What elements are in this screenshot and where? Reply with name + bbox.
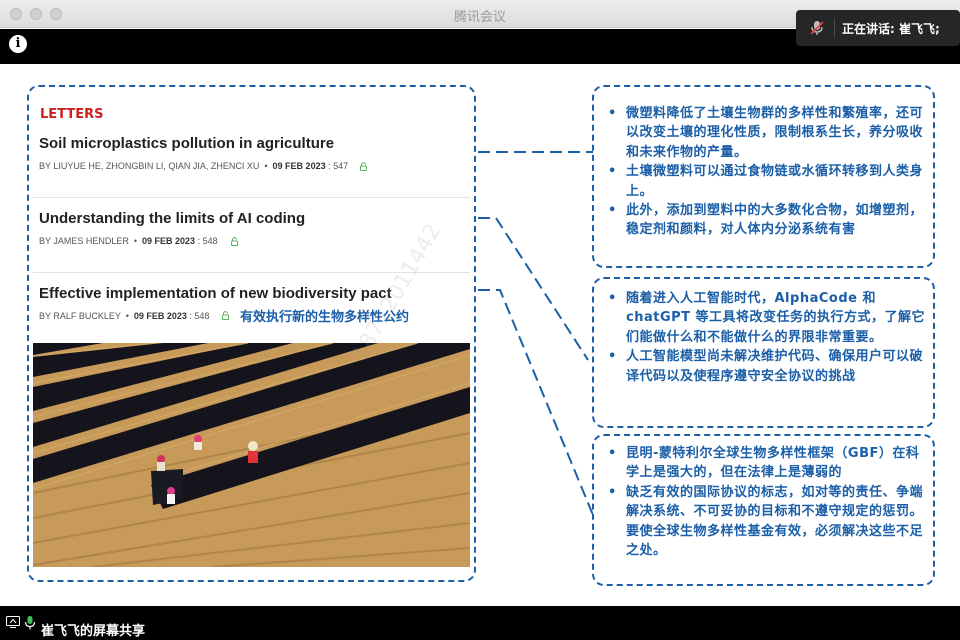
- screen-share-icon: [6, 616, 20, 628]
- screen-share-label: 崔飞飞的屏幕共享: [41, 624, 146, 639]
- screen-share-bar: 崔飞飞的屏幕共享: [0, 606, 960, 640]
- mic-active-icon: [24, 616, 36, 630]
- connector-lines: [478, 151, 594, 516]
